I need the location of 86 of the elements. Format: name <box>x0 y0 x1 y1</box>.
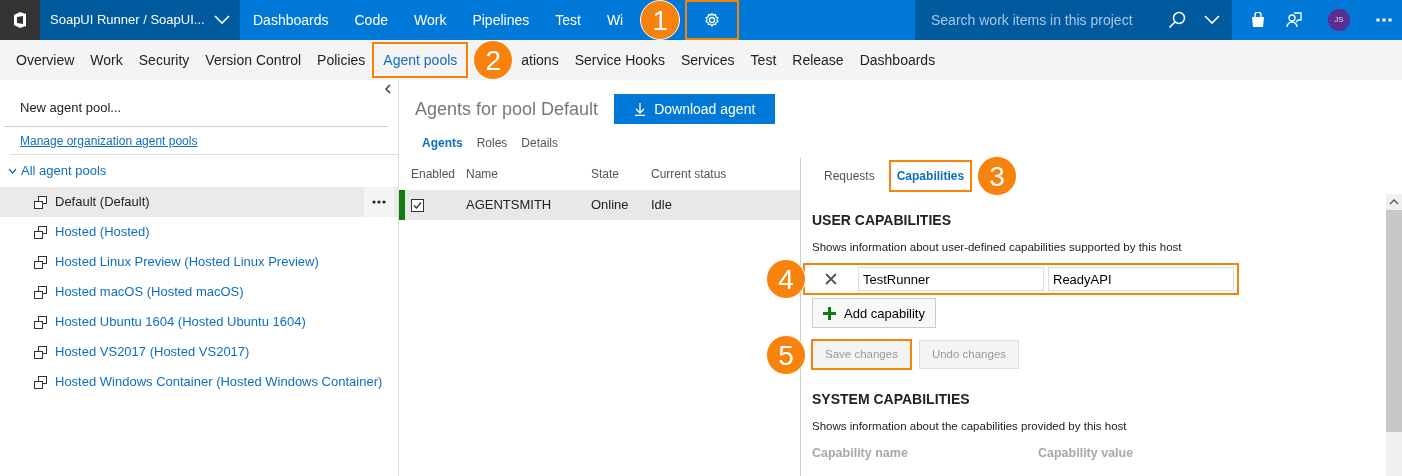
nav-link[interactable]: Dashboards <box>240 9 342 31</box>
add-capability-button[interactable]: Add capability <box>812 298 936 329</box>
agent-tab[interactable]: Agents <box>415 132 470 154</box>
collapse-icon[interactable] <box>384 84 392 94</box>
settings-tab[interactable]: Security <box>130 43 198 77</box>
expand-icon[interactable] <box>8 168 17 174</box>
pool-icon <box>34 225 47 239</box>
table-cell-text: AGENTSMITH <box>466 196 553 215</box>
pool-item[interactable]: Hosted VS2017 (Hosted VS2017) <box>0 337 398 367</box>
section-heading: USER CAPABILITIES <box>812 211 952 230</box>
capability-value-field[interactable]: ReadyAPI <box>1048 267 1234 292</box>
more-icon <box>1376 18 1392 22</box>
section-description: Shows information about the capabilities provided by this host <box>812 419 1128 435</box>
settings-tab[interactable]: Dashboards <box>851 43 944 77</box>
settings-tab[interactable]: Overview <box>8 43 83 77</box>
table-cell-text: Idle <box>651 196 673 215</box>
project-selector[interactable]: SoapUI Runner / SoapUI... <box>40 0 240 40</box>
pool-item[interactable]: Hosted Linux Preview (Hosted Linux Preview) <box>0 247 398 277</box>
pool-icon <box>34 195 47 209</box>
panel-tab[interactable]: Capabilities <box>889 161 972 191</box>
callout-marker: 1 <box>640 0 681 40</box>
agent-tab[interactable]: Roles <box>469 132 515 154</box>
pool-item[interactable]: Hosted (Hosted) <box>0 217 398 247</box>
nav-link[interactable]: Test <box>542 9 594 31</box>
column-header: Name <box>466 166 499 183</box>
callout-marker: 4 <box>766 259 806 300</box>
callout-marker: 5 <box>766 334 806 375</box>
pool-item[interactable]: Hosted Windows Container (Hosted Windows Container) <box>0 367 398 397</box>
pool-item[interactable]: Hosted Ubuntu 1604 (Hosted Ubuntu 1604) <box>0 307 398 337</box>
settings-tab[interactable]: Service Hooks <box>566 43 673 77</box>
callout-marker: 2 <box>473 40 514 80</box>
download-icon <box>634 102 647 116</box>
more-icon <box>372 200 386 204</box>
search-icon[interactable] <box>1168 11 1186 29</box>
settings-icon <box>704 12 721 28</box>
scrollbar[interactable] <box>1386 194 1402 476</box>
table-cell-text: Online <box>591 196 630 215</box>
panel-tab[interactable]: Requests <box>817 161 882 191</box>
column-header: State <box>591 166 621 183</box>
settings-tab[interactable]: Test <box>742 43 785 77</box>
pool-item[interactable]: Hosted macOS (Hosted macOS) <box>0 277 398 307</box>
section-description: Shows information about user-defined capabilities supported by this host <box>812 240 1183 255</box>
tree-node[interactable]: All agent pools <box>21 161 107 181</box>
chevron-down-icon <box>214 15 230 25</box>
download-agent-button[interactable]: Download agent <box>614 94 776 124</box>
new-pool-link[interactable]: New agent pool... <box>20 100 122 115</box>
settings-tab[interactable]: Policies <box>309 43 374 77</box>
nav-link[interactable]: Work <box>400 9 460 31</box>
nav-link[interactable]: Code <box>341 9 401 31</box>
nav-link[interactable]: Pipelines <box>459 9 543 31</box>
user-avatar[interactable]: JS <box>1328 9 1350 31</box>
nav-link[interactable]: Wi <box>593 9 637 31</box>
section-heading: SYSTEM CAPABILITIES <box>812 390 971 410</box>
pool-item[interactable]: Default (Default) <box>0 187 398 217</box>
checkbox[interactable] <box>411 198 424 212</box>
settings-button[interactable] <box>686 1 739 39</box>
settings-tab[interactable]: Version Control <box>197 43 310 77</box>
settings-tab[interactable]: Services <box>672 43 743 77</box>
pool-icon <box>34 255 47 269</box>
settings-tab[interactable]: Work <box>82 43 131 77</box>
manage-pools-link[interactable]: Manage organization agent pools <box>20 133 198 148</box>
page-title: Agents for pool Default <box>415 97 599 121</box>
column-header: Capability name <box>812 444 909 462</box>
search-field[interactable]: Search work items in this project <box>929 8 1168 32</box>
column-header: Enabled <box>411 166 457 183</box>
column-header: Capability value <box>1038 444 1135 462</box>
settings-tab[interactable]: ations <box>513 43 567 77</box>
close-icon <box>825 273 837 286</box>
callout-marker: 3 <box>977 156 1018 196</box>
person-feedback-icon <box>1286 12 1302 28</box>
bag-icon <box>1250 12 1266 28</box>
settings-tab[interactable]: Agent pools <box>373 43 468 77</box>
settings-tab[interactable]: Release <box>784 43 852 77</box>
pool-icon <box>34 345 47 359</box>
search-box[interactable]: Search work items in this project <box>915 0 1232 40</box>
plus-icon <box>823 306 836 320</box>
pool-icon <box>34 285 47 299</box>
more-button[interactable] <box>364 187 394 217</box>
capability-name-field[interactable]: TestRunner <box>858 267 1044 292</box>
column-header: Current status <box>651 166 728 183</box>
agent-row[interactable]: AGENTSMITH Online Idle <box>399 190 800 220</box>
scrollbar-thumb[interactable] <box>1386 210 1402 432</box>
pool-icon <box>34 315 47 329</box>
chevron-down-icon[interactable] <box>1204 15 1220 25</box>
pool-icon <box>34 375 47 389</box>
agent-tab[interactable]: Details <box>514 132 566 154</box>
